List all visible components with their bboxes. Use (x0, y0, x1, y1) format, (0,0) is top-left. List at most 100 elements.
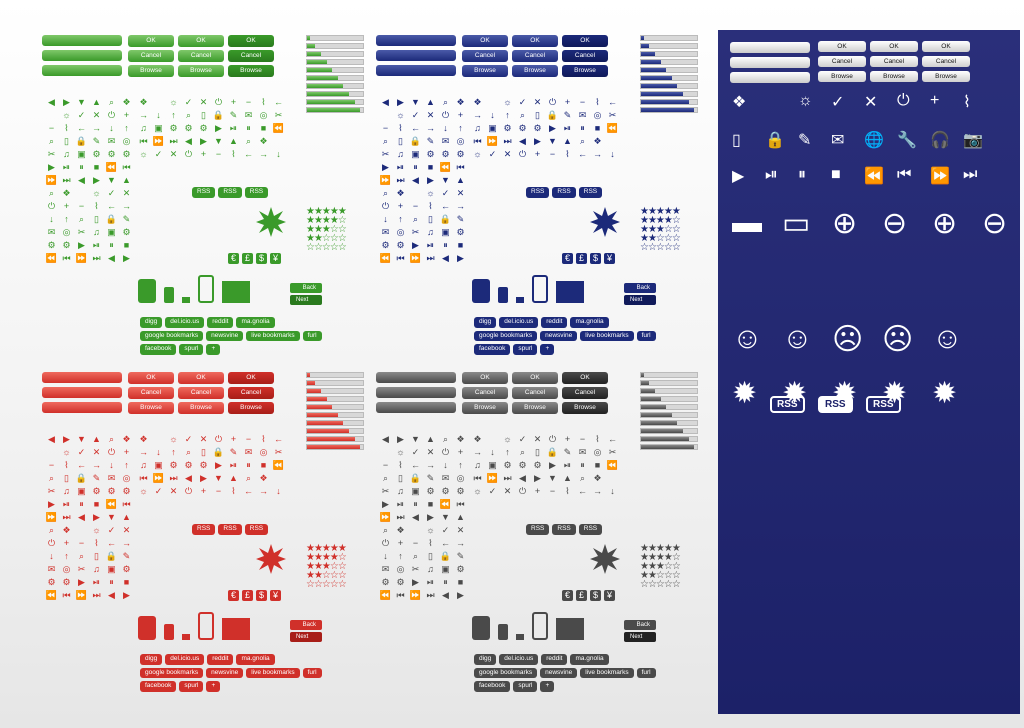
icon[interactable]: ♫ (395, 486, 406, 497)
icon[interactable]: ⚙ (380, 240, 391, 251)
icon[interactable]: ← (243, 149, 254, 160)
icon[interactable]: ⏻ (106, 447, 117, 458)
icon[interactable]: + (562, 434, 573, 445)
icon[interactable]: ⏸ (577, 123, 588, 134)
icon[interactable]: + (562, 97, 573, 108)
icon[interactable]: ♫ (91, 227, 102, 238)
text-field[interactable] (730, 42, 810, 53)
icon[interactable]: − (410, 201, 421, 212)
icon[interactable]: 🔒 (410, 136, 421, 147)
text-field[interactable] (42, 35, 122, 46)
icon[interactable]: ■ (258, 460, 269, 471)
icon[interactable]: − (547, 149, 558, 160)
text-field[interactable] (376, 372, 456, 383)
icon[interactable]: ▣ (440, 564, 451, 575)
rss-badge[interactable]: RSS (244, 187, 269, 198)
icon[interactable]: ▲ (562, 136, 573, 147)
icon[interactable]: ✉ (243, 110, 254, 121)
text-field[interactable] (42, 402, 122, 413)
icon[interactable]: ▶ (410, 240, 421, 251)
panel-icon[interactable]: ☺ (732, 322, 763, 356)
icon[interactable]: ✕ (425, 110, 436, 121)
next-button[interactable]: Next (624, 632, 656, 642)
icon[interactable]: ▯ (395, 473, 406, 484)
icon[interactable]: ⌇ (61, 123, 72, 134)
icon[interactable]: ⌇ (562, 486, 573, 497)
icon[interactable]: ⏯ (562, 123, 573, 134)
icon[interactable]: ⚙ (380, 577, 391, 588)
icon[interactable]: ❖ (472, 434, 483, 445)
icon[interactable]: ↑ (168, 447, 179, 458)
panel-icon[interactable]: ▭ (782, 206, 810, 241)
bookmark-tag[interactable]: digg (140, 317, 163, 328)
icon[interactable]: ⏪ (440, 499, 451, 510)
icon[interactable]: ✎ (91, 136, 102, 147)
panel-icon[interactable]: ✹ (732, 376, 757, 411)
icon[interactable] (607, 473, 618, 484)
icon[interactable]: ▶ (121, 590, 132, 601)
icon[interactable]: ▼ (106, 175, 117, 186)
icon[interactable]: ✉ (440, 473, 451, 484)
icon[interactable]: ⏮ (472, 473, 483, 484)
icon[interactable]: ⌇ (91, 538, 102, 549)
icon[interactable]: ⏻ (213, 97, 224, 108)
icon[interactable]: ■ (121, 240, 132, 251)
icon[interactable]: ⏮ (61, 253, 72, 264)
icon[interactable] (380, 110, 391, 121)
icon[interactable]: ⏸ (410, 162, 421, 173)
icon[interactable]: ⏸ (410, 499, 421, 510)
icon[interactable]: + (395, 538, 406, 549)
ok-button[interactable]: OK (178, 35, 224, 47)
icon[interactable]: ▯ (61, 473, 72, 484)
icon[interactable]: − (46, 123, 57, 134)
text-field[interactable] (376, 402, 456, 413)
icon[interactable]: ▶ (198, 136, 209, 147)
currency-icon[interactable]: $ (256, 253, 267, 264)
bookmark-tag[interactable]: newsvine (206, 667, 244, 678)
panel-icon[interactable]: ☺ (932, 322, 963, 356)
icon[interactable]: ⏸ (243, 460, 254, 471)
icon[interactable]: ❖ (61, 525, 72, 536)
icon[interactable]: ⏪ (440, 162, 451, 173)
panel-icon[interactable]: ▶ (732, 166, 744, 186)
icon[interactable]: ⌕ (380, 525, 391, 536)
icon[interactable]: ✎ (425, 473, 436, 484)
icon[interactable]: ↑ (502, 447, 513, 458)
icon[interactable]: ⏩ (380, 512, 391, 523)
panel-icon[interactable]: 🔒 (765, 130, 785, 150)
icon[interactable]: ⏻ (440, 110, 451, 121)
icon[interactable]: ✕ (91, 447, 102, 458)
icon[interactable] (153, 97, 164, 108)
panel-icon[interactable]: ⏮ (897, 166, 911, 184)
cancel-button[interactable]: Cancel (562, 387, 608, 399)
icon[interactable]: ⚙ (502, 460, 513, 471)
bookmark-tag[interactable]: reddit (541, 317, 568, 328)
currency-icon[interactable]: € (228, 253, 239, 264)
icon[interactable]: ↓ (46, 551, 57, 562)
bookmark-tag[interactable]: newsvine (206, 330, 244, 341)
icon[interactable]: ◎ (455, 473, 466, 484)
icon[interactable]: − (76, 538, 87, 549)
icon[interactable]: ⏪ (607, 123, 618, 134)
icon[interactable]: ♫ (472, 123, 483, 134)
icon[interactable]: ← (76, 460, 87, 471)
icon[interactable]: + (532, 149, 543, 160)
icon[interactable]: ↓ (607, 486, 618, 497)
icon[interactable]: ✓ (410, 447, 421, 458)
icon[interactable]: ← (243, 486, 254, 497)
icon[interactable] (410, 525, 421, 536)
icon[interactable]: ▼ (213, 136, 224, 147)
icon[interactable]: ▶ (121, 253, 132, 264)
icon[interactable]: ⚙ (106, 149, 117, 160)
cancel-button[interactable]: Cancel (922, 56, 970, 67)
icon[interactable]: ⌇ (258, 97, 269, 108)
icon[interactable]: ⚙ (517, 460, 528, 471)
cancel-button[interactable]: Cancel (512, 50, 558, 62)
icon[interactable]: ▼ (410, 97, 421, 108)
icon[interactable]: ✂ (76, 227, 87, 238)
icon[interactable]: ◀ (106, 253, 117, 264)
icon[interactable]: ✕ (198, 97, 209, 108)
panel-icon[interactable]: ⊕ (832, 206, 857, 241)
icon[interactable]: ☼ (502, 434, 513, 445)
icon[interactable]: ⏮ (455, 499, 466, 510)
